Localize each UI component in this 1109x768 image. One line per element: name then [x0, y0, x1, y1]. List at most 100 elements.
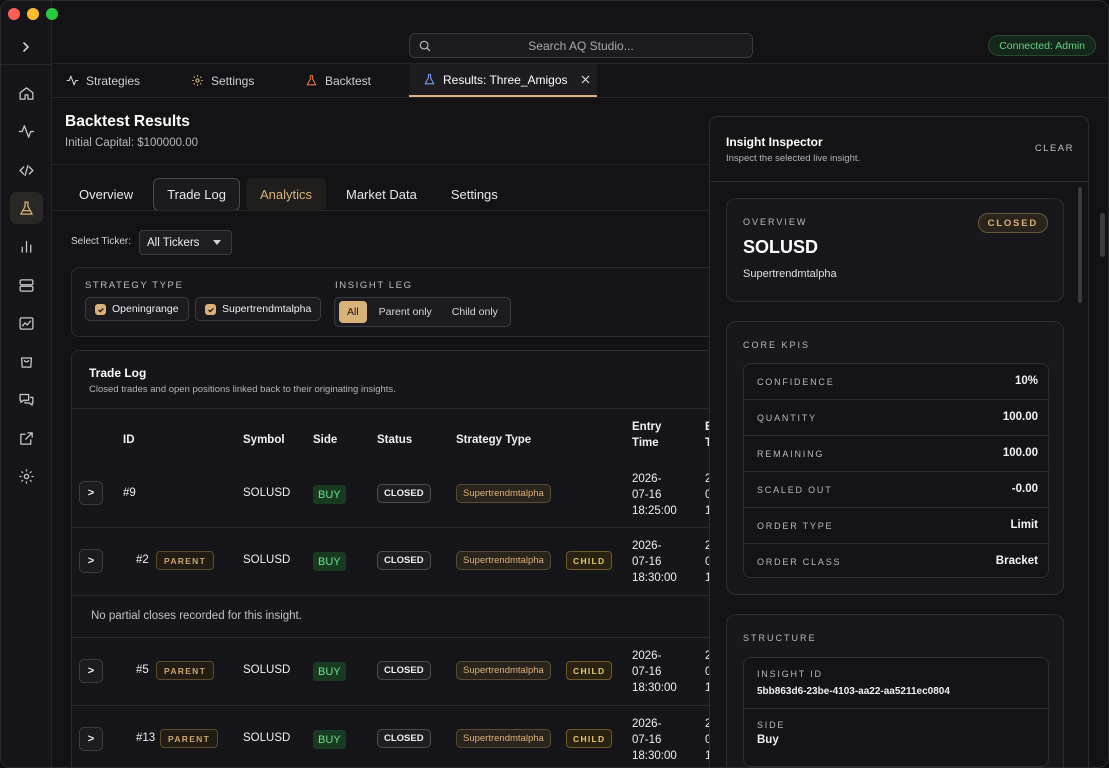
column-header-status: Status [377, 434, 413, 446]
expand-row-button[interactable]: > [79, 549, 103, 573]
shopping-bag-icon[interactable] [10, 345, 43, 377]
flask-icon[interactable] [10, 192, 43, 224]
leg-all-button[interactable]: All [339, 301, 367, 323]
strategy-badge: Supertrendmtalpha [456, 661, 551, 680]
parent-badge: PARENT [160, 729, 219, 748]
bar-chart-icon[interactable] [10, 230, 43, 262]
strategy-type-label: STRATEGY TYPE [85, 280, 184, 291]
table-row[interactable]: > #5 PARENT SOLUSD BUY CLOSED Supertrend… [72, 638, 709, 705]
status-badge: CLOSED [377, 551, 431, 570]
chat-icon[interactable] [10, 383, 43, 415]
leg-parent-button[interactable]: Parent only [371, 301, 440, 323]
expand-row-button[interactable]: > [79, 481, 103, 505]
column-header-entry-time: Entry Time [632, 419, 661, 451]
strategy-checkbox-openingrange[interactable]: Openingrange [85, 297, 189, 321]
row-symbol: SOLUSD [243, 732, 291, 744]
header-divider [52, 164, 709, 165]
entry-year: 2026- [632, 473, 662, 485]
chevron-right-icon[interactable] [15, 36, 37, 58]
column-header-strategy: Strategy Type [456, 434, 532, 446]
child-badge: CHILD [566, 729, 613, 748]
tab-market-data[interactable]: Market Data [332, 178, 431, 211]
connection-status-badge: Connected: Admin [988, 35, 1096, 56]
kpi-key: CONFIDENCE [757, 377, 835, 387]
expand-row-button[interactable]: > [79, 659, 103, 683]
entry-time: 2026- 07-16 18:30:00 [632, 648, 677, 696]
row-divider [72, 595, 709, 596]
results-tab-bar: Overview Trade Log Analytics Market Data… [65, 178, 512, 211]
kpi-scaled-out: SCALED OUT -0.00 [744, 472, 1050, 508]
kpi-value: 100.00 [1002, 447, 1038, 459]
entry-clock: 18:30:00 [632, 750, 677, 762]
code-icon[interactable] [10, 154, 43, 186]
row-id: #2 [136, 554, 149, 566]
tab-overview[interactable]: Overview [65, 178, 147, 211]
table-row[interactable]: > #13 PARENT SOLUSD BUY CLOSED Supertren… [72, 706, 709, 767]
tab-strategies[interactable]: Strategies [66, 64, 140, 97]
trade-log-divider [72, 408, 709, 409]
maximize-window-button[interactable] [46, 8, 58, 20]
trade-log-panel: Trade Log Closed trades and open positio… [71, 350, 709, 767]
overview-label: OVERVIEW [743, 217, 808, 227]
server-icon[interactable] [10, 269, 43, 301]
close-icon[interactable] [580, 74, 591, 85]
external-link-icon[interactable] [10, 422, 43, 454]
insight-leg-segmented: All Parent only Child only [334, 297, 511, 327]
column-header-id: ID [123, 434, 135, 446]
inspector-symbol: SOLUSD [743, 237, 819, 257]
kpi-value: Bracket [995, 555, 1038, 567]
gear-icon[interactable] [10, 460, 43, 492]
status-badge: CLOSED [377, 729, 431, 748]
close-window-button[interactable] [8, 8, 20, 20]
clear-button[interactable]: CLEAR [1035, 143, 1074, 154]
page-scrollbar[interactable] [1100, 213, 1105, 257]
tab-results[interactable]: Results: Three_Amigos [409, 64, 597, 97]
sidebar [1, 1, 52, 767]
page-title: Backtest Results [65, 113, 190, 130]
search-icon [419, 40, 431, 52]
structure-label: STRUCTURE [743, 633, 817, 643]
strategy-badge: Supertrendmtalpha [456, 729, 551, 748]
tab-backtest[interactable]: Backtest [305, 64, 371, 97]
check-icon [95, 304, 106, 315]
home-icon[interactable] [10, 77, 43, 109]
tab-analytics[interactable]: Analytics [245, 178, 326, 211]
entry-month-day: 07-16 [632, 666, 662, 678]
kpi-confidence: CONFIDENCE 10% [744, 364, 1050, 400]
tab-trade-log[interactable]: Trade Log [153, 178, 240, 211]
search-input[interactable]: Search AQ Studio... [409, 33, 753, 58]
side-badge: BUY [313, 552, 346, 571]
activity-icon[interactable] [10, 115, 43, 147]
expand-row-button[interactable]: > [79, 727, 103, 751]
overview-card: OVERVIEW CLOSED SOLUSD Supertrendmtalpha [726, 198, 1064, 302]
tab-settings[interactable]: Settings [191, 64, 254, 97]
strategy-badge: Supertrendmtalpha [456, 484, 551, 503]
main-tab-bar: Strategies Settings Backtest Results: Th… [52, 64, 1108, 98]
entry-time: 2026- 07-16 18:25:00 [632, 471, 677, 519]
entry-year: 2026- [632, 540, 662, 552]
inspector-strategy: Supertrendmtalpha [743, 268, 837, 280]
check-icon [205, 304, 216, 315]
kpi-list: CONFIDENCE 10% QUANTITY 100.00 REMAINING 10… [743, 363, 1050, 578]
status-badge: CLOSED [377, 661, 431, 680]
entry-clock: 18:30:00 [632, 682, 677, 694]
flask-icon [306, 75, 317, 86]
entry-month-day: 07-16 [632, 734, 662, 746]
inspector-scrollbar[interactable] [1078, 187, 1082, 303]
activity-icon [66, 75, 79, 86]
table-row[interactable]: > #9 SOLUSD BUY CLOSED Supertrendmtalpha… [72, 463, 709, 527]
kpi-value: -0.00 [1011, 483, 1038, 495]
side-value: Buy [757, 734, 779, 746]
table-row[interactable]: > #2 PARENT SOLUSD BUY CLOSED Supertrend… [72, 528, 709, 595]
minimize-window-button[interactable] [27, 8, 39, 20]
tab-results-settings[interactable]: Settings [437, 178, 512, 211]
line-chart-icon[interactable] [10, 307, 43, 339]
kpi-value: Limit [1010, 519, 1038, 531]
strategy-checkbox-supertrendmtalpha[interactable]: Supertrendmtalpha [195, 297, 322, 321]
tabs-divider [52, 210, 709, 211]
child-badge: CHILD [566, 551, 613, 570]
trade-log-title: Trade Log [89, 366, 147, 380]
ticker-select[interactable]: All Tickers [139, 230, 232, 255]
flask-icon [424, 74, 435, 85]
leg-child-button[interactable]: Child only [444, 301, 506, 323]
